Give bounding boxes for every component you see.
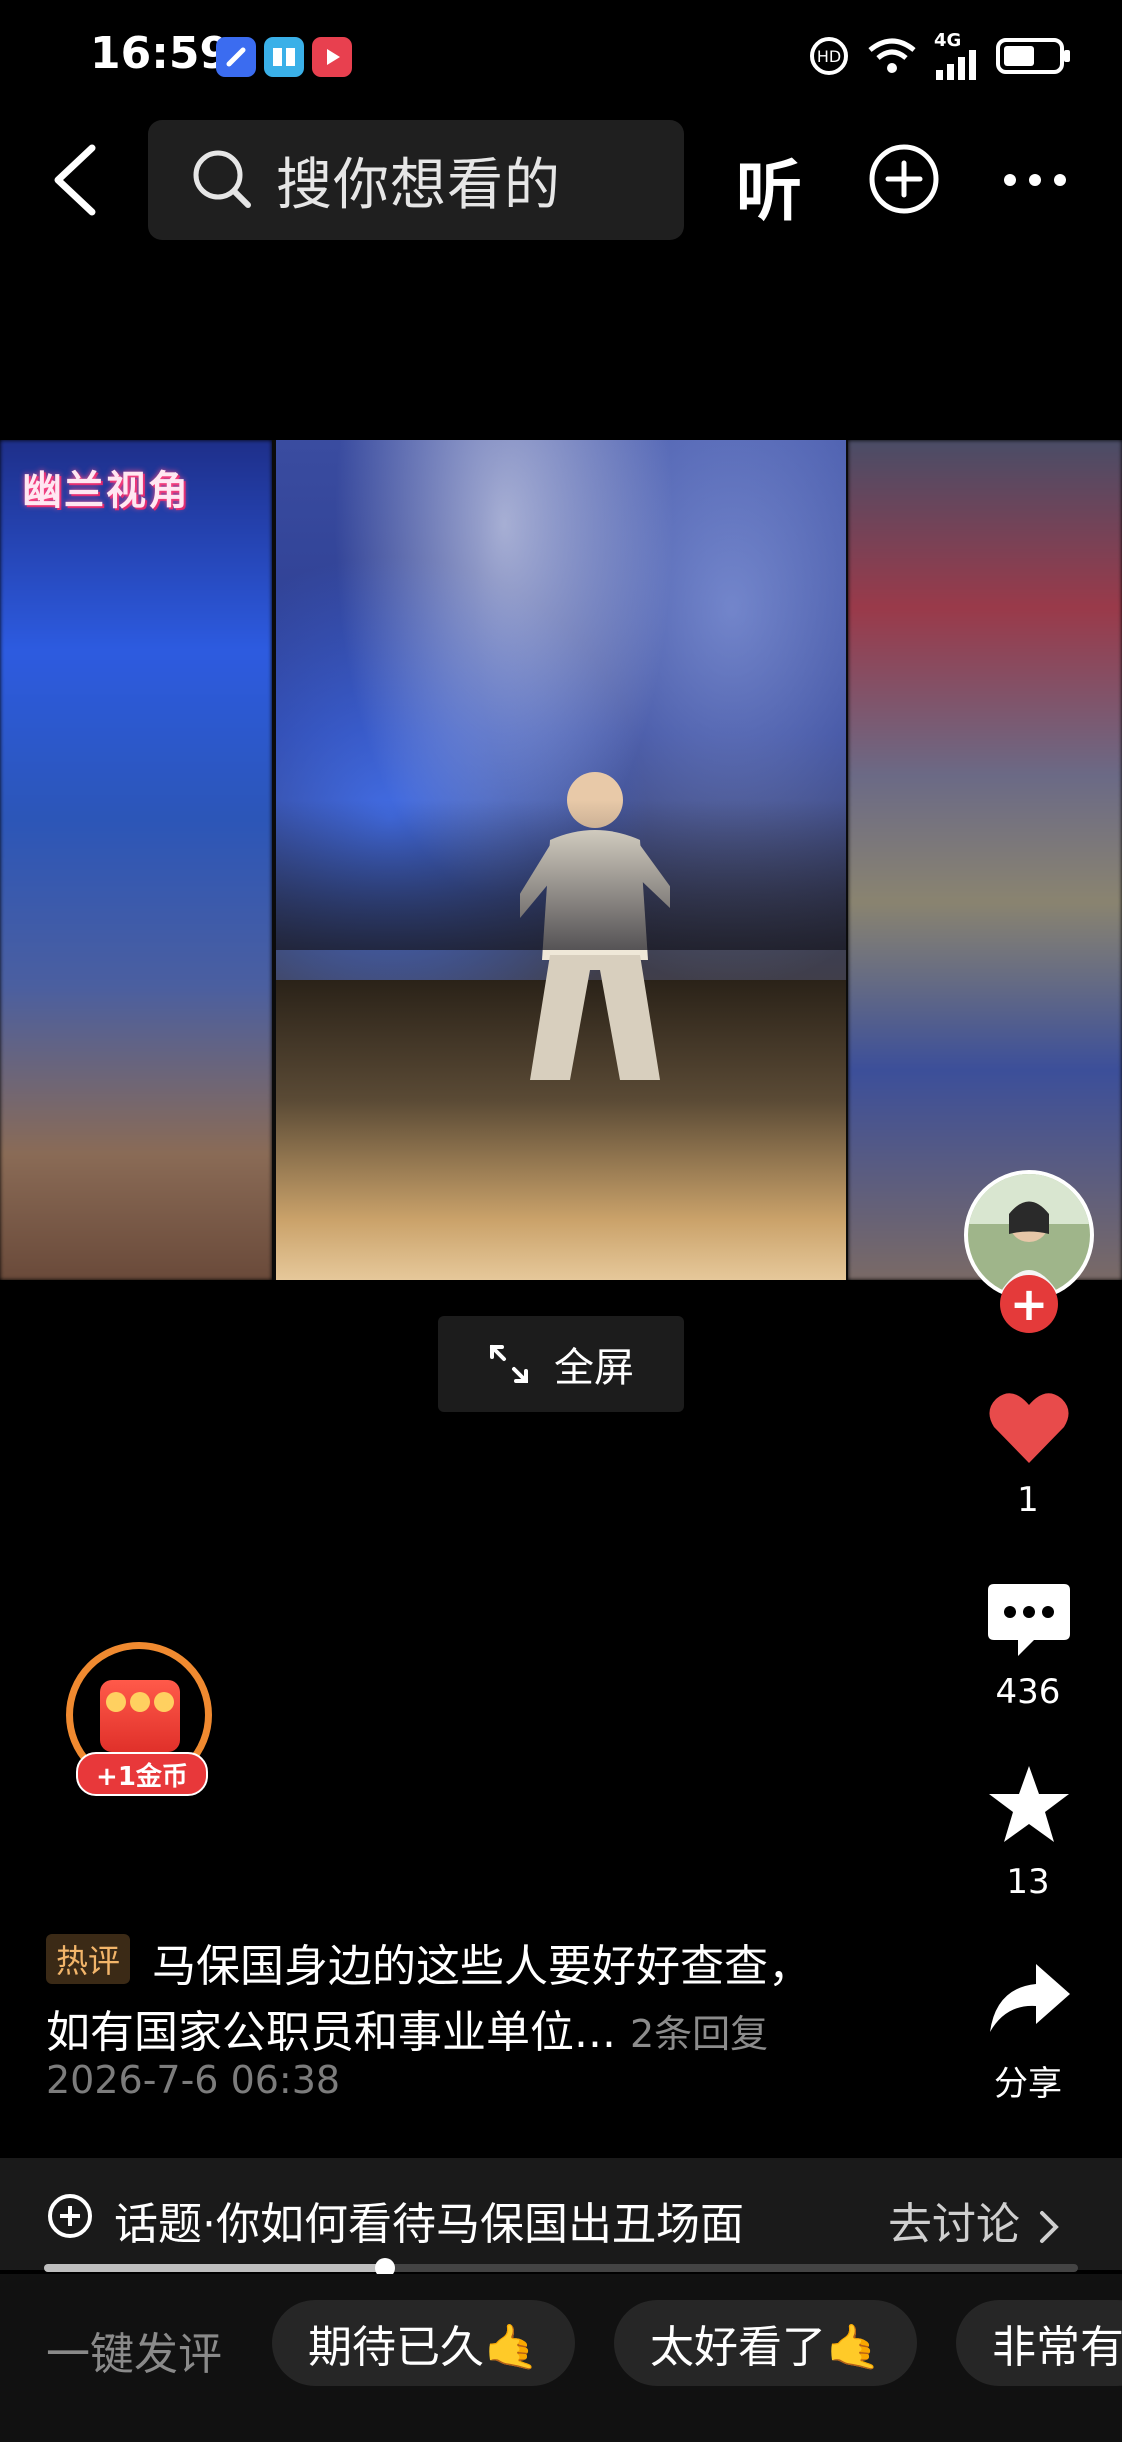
video-app-icon bbox=[312, 37, 352, 77]
status-indicators: HD 4G bbox=[808, 32, 1072, 80]
video-player[interactable]: 幽兰视角 bbox=[0, 440, 1122, 1280]
hot-comment-line2: 如有国家公职员和事业单位... bbox=[46, 2007, 616, 2058]
hot-comment-tag: 热评 bbox=[46, 1934, 131, 1984]
battery-icon bbox=[996, 38, 1070, 74]
favorite-star-icon[interactable] bbox=[986, 1762, 1072, 1848]
app-notification-icon bbox=[216, 37, 256, 77]
status-time: 16:59 bbox=[90, 28, 231, 79]
quick-comment-chip[interactable]: 非常有 bbox=[956, 2300, 1122, 2386]
listen-button[interactable]: 听 bbox=[736, 138, 802, 234]
topic-title[interactable]: 话题·你如何看待马保国出丑场面 bbox=[114, 2188, 744, 2252]
fullscreen-label: 全屏 bbox=[554, 1345, 634, 1391]
share-arrow-icon[interactable] bbox=[986, 1956, 1072, 2042]
discuss-label: 去讨论 bbox=[888, 2199, 1020, 2250]
hot-comment-line2-row[interactable]: 如有国家公职员和事业单位... 2条回复 bbox=[46, 1996, 768, 2060]
network-type-label: 4G bbox=[934, 30, 962, 51]
topic-plus-icon bbox=[48, 2194, 92, 2238]
share-label[interactable]: 分享 bbox=[958, 2056, 1098, 2105]
quick-comment-chip[interactable]: 期待已久🤙 bbox=[272, 2300, 575, 2386]
discuss-link[interactable]: 去讨论 bbox=[888, 2188, 1064, 2252]
like-heart-icon[interactable] bbox=[986, 1385, 1072, 1471]
hot-comment-line1[interactable]: 马保国身边的这些人要好好查查， bbox=[152, 1930, 812, 1994]
chevron-right-icon bbox=[1040, 2211, 1059, 2243]
quick-comment-chip[interactable]: 太好看了🤙 bbox=[614, 2300, 917, 2386]
video-divider bbox=[272, 440, 276, 1280]
search-placeholder: 搜你想看的 bbox=[276, 152, 561, 218]
svg-text:HD: HD bbox=[817, 47, 841, 66]
playback-progress-fill bbox=[44, 2264, 385, 2272]
wifi-icon bbox=[868, 38, 916, 73]
video-watermark: 幽兰视角 bbox=[22, 468, 190, 514]
red-envelope-icon bbox=[100, 1680, 180, 1752]
chevron-left-icon bbox=[54, 144, 96, 216]
video-blur-right bbox=[848, 440, 1122, 1280]
like-count: 1 bbox=[1017, 1480, 1039, 1520]
follow-button[interactable]: + bbox=[1000, 1275, 1058, 1333]
search-icon bbox=[193, 150, 251, 208]
more-button[interactable] bbox=[1000, 160, 1070, 200]
reply-count-link[interactable]: 2条回复 bbox=[630, 2012, 768, 2056]
search-bar[interactable]: 搜你想看的 bbox=[148, 120, 684, 240]
video-divider bbox=[846, 440, 848, 1280]
expand-icon bbox=[490, 1345, 528, 1383]
reader-app-icon bbox=[264, 37, 304, 77]
comment-count: 436 bbox=[995, 1672, 1061, 1712]
comment-timestamp: 2026-7-6 06:38 bbox=[46, 2058, 341, 2102]
signal-icon bbox=[936, 50, 976, 80]
video-crowd bbox=[276, 800, 846, 950]
fullscreen-button[interactable]: 全屏 bbox=[438, 1316, 684, 1412]
hd-call-icon: HD bbox=[810, 37, 848, 75]
comment-bubble-icon[interactable] bbox=[986, 1578, 1072, 1664]
back-button[interactable] bbox=[48, 140, 108, 220]
coin-reward-label[interactable]: +1金币 bbox=[76, 1752, 208, 1796]
quick-comment-label: 一键发评 bbox=[46, 2329, 222, 2380]
plus-circle-icon bbox=[869, 144, 939, 214]
more-dots-icon bbox=[1004, 174, 1066, 186]
video-blur-left bbox=[0, 440, 272, 1280]
create-button[interactable] bbox=[868, 143, 940, 215]
favorite-count: 13 bbox=[1006, 1862, 1050, 1902]
